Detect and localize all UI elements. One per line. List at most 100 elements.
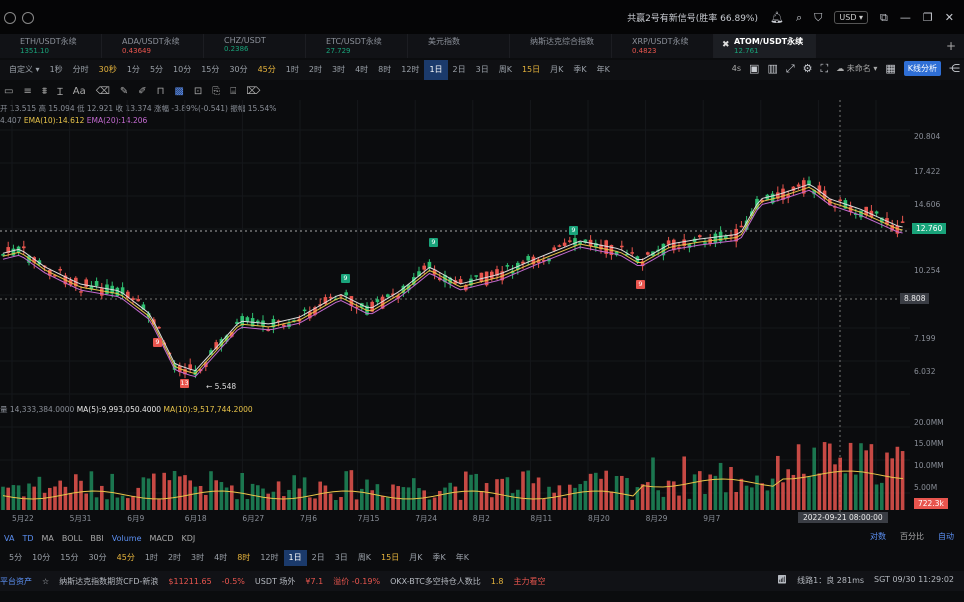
intervals-16[interactable]: 1日 (424, 60, 448, 80)
intervals2-7[interactable]: 3时 (186, 550, 209, 566)
tab-5[interactable]: 纳斯达克综合指数 (510, 34, 612, 58)
font-tool-icon[interactable]: Aa (73, 86, 86, 97)
star-icon[interactable]: ☆ (42, 577, 49, 586)
intervals-12[interactable]: 3时 (327, 60, 350, 80)
intervals-9[interactable]: 45分 (253, 60, 281, 80)
intervals2-16[interactable]: 月K (404, 550, 427, 566)
indicator-volume[interactable]: Volume (112, 534, 142, 543)
intervals2-2[interactable]: 15分 (55, 550, 83, 566)
share-icon[interactable]: ⋲ (949, 63, 960, 74)
intervals-20[interactable]: 15日 (517, 60, 545, 80)
intervals2-9[interactable]: 8时 (232, 550, 255, 566)
intervals-5[interactable]: 5分 (145, 60, 168, 80)
brush-icon[interactable]: ✐ (138, 86, 146, 97)
intervals2-11[interactable]: 1日 (283, 550, 307, 566)
intervals-2[interactable]: 分时 (68, 60, 94, 80)
shirt-icon[interactable]: ⛉ (814, 12, 822, 23)
indicator-ma[interactable]: MA (41, 534, 53, 543)
indicator-va[interactable]: VA (4, 534, 14, 543)
refresh-icon[interactable] (22, 12, 34, 24)
intervals2-5[interactable]: 1时 (140, 550, 163, 566)
restore-icon[interactable]: ❐ (923, 12, 933, 23)
scale-option-1[interactable]: 百分比 (900, 531, 924, 542)
indicator-bbi[interactable]: BBI (90, 534, 103, 543)
tab-1[interactable]: ADA/USDT永续 0.43649 (102, 34, 204, 58)
close-icon[interactable]: ✕ (945, 12, 954, 23)
intervals-10[interactable]: 1时 (281, 60, 304, 80)
intervals2-12[interactable]: 2日 (307, 550, 330, 566)
expand-icon[interactable]: ⤢ (786, 63, 795, 74)
intervals-19[interactable]: 周K (494, 60, 517, 80)
fullscreen-icon[interactable]: ⛶ (821, 63, 829, 74)
add-tab-icon[interactable]: + (938, 34, 964, 58)
gear-icon[interactable]: ⚙ (803, 63, 813, 74)
usdt-ticker[interactable]: USDT 场外 (255, 576, 296, 587)
intervals2-18[interactable]: 年K (451, 550, 474, 566)
tab-7[interactable]: ✖ ATOM/USDT永续 12.761 (714, 34, 816, 58)
tab-2[interactable]: CHZ/USDT 0.2386 (204, 34, 306, 58)
tab-0[interactable]: ETH/USDT永续 1351.10 (0, 34, 102, 58)
auto-refresh[interactable]: 4s (732, 64, 741, 73)
layout-icon[interactable]: ▥ (767, 63, 777, 74)
grid-icon[interactable]: ▦ (885, 63, 895, 74)
intervals-22[interactable]: 季K (568, 60, 591, 80)
intervals2-6[interactable]: 2时 (163, 550, 186, 566)
tab-4[interactable]: 美元指数 (408, 34, 510, 58)
text-tool-icon[interactable]: Ɪ (57, 84, 63, 98)
intervals2-4[interactable]: 45分 (112, 550, 140, 566)
intervals-15[interactable]: 12时 (396, 60, 424, 80)
eraser-icon[interactable]: ⌫ (96, 86, 110, 97)
line-status[interactable]: 线路1：良 281ms (797, 575, 864, 586)
intervals-14[interactable]: 8时 (373, 60, 396, 80)
search-icon[interactable]: ⌕ (796, 12, 802, 23)
lock-icon[interactable]: ⊡ (194, 86, 202, 97)
pencil-icon[interactable]: ✎ (120, 86, 128, 97)
tab-6[interactable]: XRP/USDT永续 0.4823 (612, 34, 714, 58)
indicator-boll[interactable]: BOLL (62, 534, 83, 543)
signal-notice[interactable]: 共赢2号有新信号(胜率 66.89%) (627, 11, 758, 24)
intervals2-10[interactable]: 12时 (255, 550, 283, 566)
intervals-17[interactable]: 2日 (448, 60, 471, 80)
intervals-7[interactable]: 15分 (196, 60, 224, 80)
intervals2-17[interactable]: 季K (427, 550, 450, 566)
magnet-icon[interactable]: ⊓ (157, 86, 165, 97)
intervals2-1[interactable]: 10分 (27, 550, 55, 566)
scale-option-2[interactable]: 自动 (938, 531, 954, 542)
intervals2-14[interactable]: 周K (353, 550, 376, 566)
intervals2-15[interactable]: 15日 (376, 550, 404, 566)
intervals-18[interactable]: 3日 (471, 60, 494, 80)
intervals-11[interactable]: 2时 (304, 60, 327, 80)
intervals-4[interactable]: 1分 (122, 60, 145, 80)
camera-icon[interactable]: ▣ (749, 63, 759, 74)
bell-icon[interactable]: 🔔︎ (770, 12, 784, 23)
external-icon[interactable]: ⧉ (880, 12, 888, 23)
fib-tool-icon[interactable]: ⩩ (42, 86, 47, 97)
back-icon[interactable] (4, 12, 16, 24)
intervals-1[interactable]: 1秒 (45, 60, 68, 80)
intervals-21[interactable]: 月K (545, 60, 568, 80)
intervals-3[interactable]: 30秒 (94, 60, 122, 80)
rect-tool-icon[interactable]: ▭ (4, 86, 13, 97)
intervals-8[interactable]: 30分 (224, 60, 252, 80)
chart-type-icon[interactable]: ▩ (174, 86, 183, 97)
scale-option-0[interactable]: 对数 (870, 531, 886, 542)
template-select[interactable]: ☁ 未命名 ▾ (836, 63, 877, 74)
trash-icon[interactable]: ⌦ (246, 86, 260, 97)
copy-icon[interactable]: ⎘ (212, 86, 220, 97)
intervals2-8[interactable]: 4时 (209, 550, 232, 566)
indicator-kdj[interactable]: KDJ (182, 534, 196, 543)
candlestick-chart[interactable] (0, 100, 964, 512)
indicator-macd[interactable]: MACD (150, 534, 174, 543)
indicator-td[interactable]: TD (22, 534, 33, 543)
intervals-23[interactable]: 年K (592, 60, 615, 80)
nasdaq-ticker[interactable]: 纳斯达克指数期货CFD-新浪 (59, 576, 158, 587)
currency-select[interactable]: USD ▾ (834, 11, 869, 24)
intervals-0[interactable]: 自定义 ▾ (4, 60, 45, 80)
intervals-6[interactable]: 10分 (168, 60, 196, 80)
okx-ticker[interactable]: OKX-BTC多空持仓人数比 (390, 576, 481, 587)
minimize-icon[interactable]: — (900, 12, 911, 23)
intervals-13[interactable]: 4时 (350, 60, 373, 80)
tab-3[interactable]: ETC/USDT永续 27.729 (306, 34, 408, 58)
intervals2-3[interactable]: 30分 (83, 550, 111, 566)
intervals2-0[interactable]: 5分 (4, 550, 27, 566)
